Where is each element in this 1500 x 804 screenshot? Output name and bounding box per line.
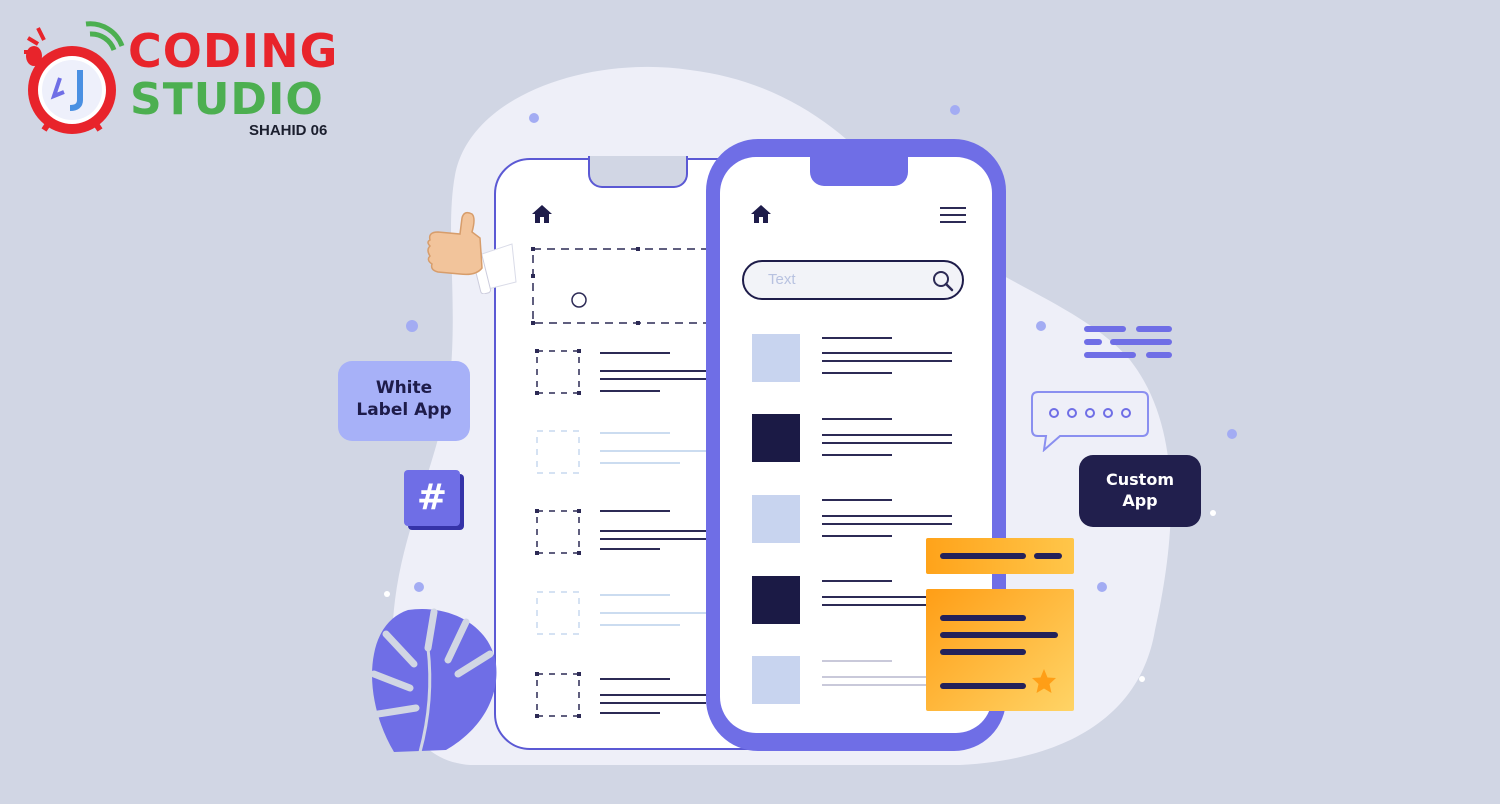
list-text-line xyxy=(600,450,706,452)
list-placeholder-box xyxy=(535,349,581,395)
star-icon xyxy=(1032,669,1056,693)
home-icon[interactable] xyxy=(531,204,553,224)
list-text-line xyxy=(600,370,706,372)
list-text-line xyxy=(600,702,706,704)
list-placeholder-box xyxy=(535,509,581,555)
alarm-clock-logo-icon xyxy=(24,21,125,134)
hamburger-menu-icon[interactable] xyxy=(940,207,966,223)
hashtag-badge: # xyxy=(404,470,460,526)
custom-app-badge: Custom App xyxy=(1079,455,1201,527)
right-phone-notch xyxy=(810,154,908,186)
list-text-line xyxy=(822,499,892,501)
left-phone-notch xyxy=(588,156,688,188)
list-placeholder-box xyxy=(535,672,581,718)
list-text-line xyxy=(600,548,660,550)
decor-dot xyxy=(1139,676,1145,682)
list-text-line xyxy=(600,594,670,596)
list-placeholder-box xyxy=(536,591,580,635)
card-text-line xyxy=(1034,553,1062,559)
thumbs-up-hand-icon xyxy=(427,211,517,294)
list-text-line xyxy=(600,378,706,380)
list-text-line xyxy=(600,352,670,354)
chat-bubble-icon xyxy=(1031,391,1149,452)
card-text-line xyxy=(940,683,1026,689)
list-text-line xyxy=(600,538,706,540)
list-placeholder-box xyxy=(536,430,580,474)
decor-dot xyxy=(529,113,539,123)
list-text-line xyxy=(822,596,926,598)
list-text-line xyxy=(600,432,670,434)
list-text-line xyxy=(600,624,680,626)
list-text-line xyxy=(822,442,952,444)
monstera-leaf xyxy=(370,608,497,753)
list-text-line xyxy=(600,678,670,680)
list-text-line xyxy=(822,434,952,436)
decor-dot xyxy=(1227,429,1237,439)
list-text-line xyxy=(822,352,952,354)
list-text-line xyxy=(600,712,660,714)
text-lines-icon xyxy=(1084,326,1172,358)
list-text-line xyxy=(822,523,952,525)
search-placeholder: Text xyxy=(768,271,796,288)
list-item-thumbnail xyxy=(752,414,800,462)
orange-card-header xyxy=(926,538,1074,574)
image-placeholder-frame xyxy=(531,247,718,325)
decor-dot xyxy=(414,582,424,592)
list-text-line xyxy=(600,694,706,696)
list-text-line xyxy=(600,530,706,532)
decor-dot xyxy=(950,105,960,115)
decor-dot xyxy=(1210,510,1216,516)
card-text-line xyxy=(940,615,1026,621)
list-text-line xyxy=(822,454,892,456)
list-text-line xyxy=(822,535,892,537)
list-text-line xyxy=(822,337,892,339)
badge-line: Label App xyxy=(356,400,452,420)
badge-line: White xyxy=(375,378,433,398)
search-input[interactable]: Text xyxy=(742,260,964,300)
list-text-line xyxy=(822,676,926,678)
list-item-thumbnail xyxy=(752,334,800,382)
list-text-line xyxy=(600,612,706,614)
list-text-line xyxy=(822,604,926,606)
list-text-line xyxy=(822,418,892,420)
list-text-line xyxy=(600,510,670,512)
decor-dot xyxy=(406,320,418,332)
list-item-thumbnail xyxy=(752,656,800,704)
list-text-line xyxy=(822,684,926,686)
hashtag-icon: # xyxy=(416,477,448,518)
brand-title-coding: CODING xyxy=(128,24,339,78)
orange-card xyxy=(926,589,1074,711)
list-text-line xyxy=(822,360,952,362)
list-text-line xyxy=(600,390,660,392)
decor-dot xyxy=(1036,321,1046,331)
home-icon[interactable] xyxy=(750,204,772,224)
brand-title-studio: STUDIO xyxy=(130,74,324,125)
brand-subtitle: SHAHID 06 xyxy=(249,122,328,139)
list-item-thumbnail xyxy=(752,495,800,543)
decor-dot xyxy=(1097,582,1107,592)
badge-line: Custom xyxy=(1106,470,1174,489)
card-text-line xyxy=(940,553,1026,559)
search-icon[interactable] xyxy=(932,270,954,292)
decor-dot xyxy=(384,591,390,597)
badge-line: App xyxy=(1122,491,1158,510)
list-text-line xyxy=(600,462,680,464)
white-label-app-badge: White Label App xyxy=(338,361,470,441)
card-text-line xyxy=(940,632,1058,638)
list-text-line xyxy=(822,515,952,517)
list-text-line xyxy=(822,580,892,582)
card-text-line xyxy=(940,649,1026,655)
list-text-line xyxy=(822,660,892,662)
list-item-thumbnail xyxy=(752,576,800,624)
list-text-line xyxy=(822,372,892,374)
